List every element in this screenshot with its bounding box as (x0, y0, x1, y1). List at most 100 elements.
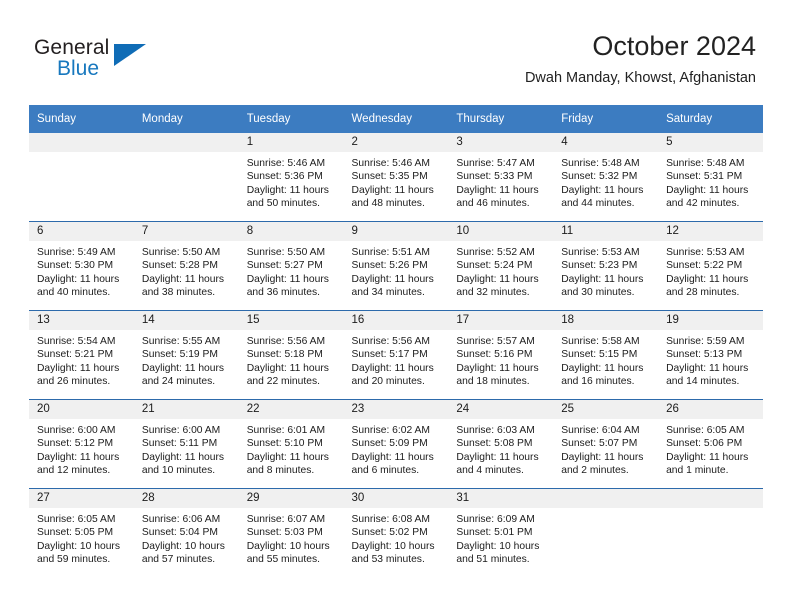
day-detail-daylight1: Daylight: 11 hours (141, 273, 225, 285)
calendar-day-cell[interactable]: 25 Sunrise: 6:04 AM Sunset: 5:07 PM Dayligh… (553, 399, 659, 489)
weekday-header-thursday: Thursday (448, 105, 554, 133)
calendar-day-cell[interactable]: 20 Sunrise: 6:00 AM Sunset: 5:12 PM Dayligh… (29, 399, 134, 489)
calendar-day-cell[interactable]: 19 Sunrise: 5:59 AM Sunset: 5:13 PM Dayligh… (658, 310, 763, 400)
calendar-grid: Sunday Monday Tuesday Wednesday Thursday… (29, 105, 763, 577)
weekday-header-wednesday: Wednesday (343, 105, 449, 133)
day-detail-sunset: Sunset: 5:21 PM (37, 349, 114, 361)
calendar-day-cell[interactable]: 16 Sunrise: 5:56 AM Sunset: 5:17 PM Dayligh… (343, 310, 449, 400)
day-number: 15 (238, 311, 344, 330)
calendar-body: 1 Sunrise: 5:46 AM Sunset: 5:36 PM Daylight… (29, 133, 763, 577)
day-detail-sunrise: Sunrise: 5:53 AM (561, 247, 640, 258)
calendar-day-cell[interactable]: 27 Sunrise: 6:05 AM Sunset: 5:05 PM Dayligh… (29, 488, 134, 577)
day-details: Sunrise: 5:46 AM Sunset: 5:36 PM Daylight:… (239, 152, 344, 211)
calendar-day-cell[interactable]: 12 Sunrise: 5:53 AM Sunset: 5:22 PM Dayligh… (658, 221, 763, 311)
day-detail-daylight2: and 48 minutes. (351, 198, 425, 210)
calendar-day-cell[interactable]: 17 Sunrise: 5:57 AM Sunset: 5:16 PM Dayligh… (448, 310, 554, 400)
day-detail-daylight1: Daylight: 11 hours (141, 362, 225, 374)
calendar-week-row: 1 Sunrise: 5:46 AM Sunset: 5:36 PM Daylight… (29, 133, 763, 222)
day-detail-sunset: Sunset: 5:24 PM (456, 260, 533, 272)
page-header: General Blue October 2024 Dwah Manday, K… (0, 0, 792, 100)
day-number: 13 (29, 311, 134, 330)
day-detail-daylight2: and 59 minutes. (37, 554, 111, 566)
calendar-day-cell[interactable] (658, 488, 763, 577)
day-detail-daylight2: and 2 minutes. (561, 465, 629, 477)
calendar-day-cell[interactable]: 13 Sunrise: 5:54 AM Sunset: 5:21 PM Dayligh… (29, 310, 134, 400)
day-detail-sunset: Sunset: 5:08 PM (456, 438, 533, 450)
calendar-day-cell[interactable]: 2 Sunrise: 5:46 AM Sunset: 5:35 PM Daylight… (343, 133, 449, 222)
calendar-page: General Blue October 2024 Dwah Manday, K… (0, 0, 792, 612)
day-number: 10 (448, 222, 554, 241)
day-number (553, 489, 659, 508)
day-detail-daylight2: and 6 minutes. (351, 465, 420, 477)
day-number: 22 (238, 400, 344, 419)
day-detail-sunset: Sunset: 5:19 PM (141, 349, 218, 361)
calendar-day-cell[interactable]: 9 Sunrise: 5:51 AM Sunset: 5:26 PM Daylight… (343, 221, 449, 311)
day-number: 29 (238, 489, 344, 508)
day-detail-sunrise: Sunrise: 6:02 AM (351, 425, 430, 436)
day-detail-daylight1: Daylight: 10 hours (37, 540, 120, 552)
day-detail-daylight2: and 1 minute. (666, 465, 729, 477)
calendar-day-cell[interactable]: 6 Sunrise: 5:49 AM Sunset: 5:30 PM Daylight… (29, 221, 134, 311)
day-details: Sunrise: 6:05 AM Sunset: 5:06 PM Daylight:… (658, 419, 763, 478)
day-detail-daylight1: Daylight: 11 hours (561, 362, 644, 374)
calendar-day-cell[interactable] (133, 133, 239, 222)
day-number: 24 (448, 400, 554, 419)
day-detail-sunrise: Sunrise: 6:04 AM (561, 425, 640, 436)
day-detail-sunset: Sunset: 5:26 PM (351, 260, 428, 272)
calendar-day-cell[interactable]: 15 Sunrise: 5:56 AM Sunset: 5:18 PM Dayligh… (238, 310, 344, 400)
calendar-day-cell[interactable]: 11 Sunrise: 5:53 AM Sunset: 5:23 PM Dayligh… (553, 221, 659, 311)
calendar-day-cell[interactable]: 14 Sunrise: 5:55 AM Sunset: 5:19 PM Dayligh… (133, 310, 239, 400)
day-detail-daylight1: Daylight: 11 hours (37, 362, 120, 374)
day-number (658, 489, 763, 508)
weekday-header-monday: Monday (133, 105, 239, 133)
page-title: October 2024 (592, 31, 756, 61)
day-detail-sunrise: Sunrise: 5:55 AM (141, 336, 221, 347)
day-detail-daylight1: Daylight: 11 hours (561, 273, 644, 285)
calendar-day-cell[interactable]: 4 Sunrise: 5:48 AM Sunset: 5:32 PM Daylight… (553, 133, 659, 222)
calendar-day-cell[interactable]: 18 Sunrise: 5:58 AM Sunset: 5:15 PM Dayligh… (553, 310, 659, 400)
day-detail-daylight2: and 22 minutes. (246, 376, 320, 388)
calendar-day-cell[interactable] (29, 133, 134, 222)
day-details: Sunrise: 6:05 AM Sunset: 5:05 PM Daylight:… (29, 508, 134, 567)
day-detail-sunset: Sunset: 5:02 PM (351, 527, 428, 539)
day-detail-sunset: Sunset: 5:12 PM (37, 438, 114, 450)
calendar-day-cell[interactable]: 1 Sunrise: 5:46 AM Sunset: 5:36 PM Daylight… (238, 133, 344, 222)
day-detail-daylight1: Daylight: 11 hours (666, 451, 749, 463)
calendar-day-cell[interactable]: 28 Sunrise: 6:06 AM Sunset: 5:04 PM Dayligh… (133, 488, 239, 577)
day-detail-sunset: Sunset: 5:35 PM (351, 171, 428, 183)
calendar-day-cell[interactable]: 8 Sunrise: 5:50 AM Sunset: 5:27 PM Daylight… (238, 221, 344, 311)
calendar-day-cell[interactable]: 22 Sunrise: 6:01 AM Sunset: 5:10 PM Dayligh… (238, 399, 344, 489)
day-detail-daylight1: Daylight: 11 hours (246, 451, 329, 463)
day-detail-daylight1: Daylight: 11 hours (351, 273, 434, 285)
calendar-day-cell[interactable]: 21 Sunrise: 6:00 AM Sunset: 5:11 PM Dayligh… (133, 399, 239, 489)
day-detail-sunset: Sunset: 5:07 PM (561, 438, 638, 450)
day-detail-sunrise: Sunrise: 6:09 AM (456, 514, 535, 525)
calendar-day-cell[interactable]: 5 Sunrise: 5:48 AM Sunset: 5:31 PM Daylight… (658, 133, 763, 222)
calendar-day-cell[interactable]: 7 Sunrise: 5:50 AM Sunset: 5:28 PM Daylight… (133, 221, 239, 311)
calendar-week-row: 27 Sunrise: 6:05 AM Sunset: 5:05 PM Dayligh… (29, 488, 763, 577)
day-detail-daylight2: and 30 minutes. (561, 287, 635, 299)
calendar-day-cell[interactable]: 3 Sunrise: 5:47 AM Sunset: 5:33 PM Daylight… (448, 133, 554, 222)
day-detail-sunset: Sunset: 5:11 PM (141, 438, 218, 450)
calendar-day-cell[interactable]: 10 Sunrise: 5:52 AM Sunset: 5:24 PM Dayligh… (448, 221, 554, 311)
day-detail-daylight1: Daylight: 11 hours (561, 184, 644, 196)
calendar-day-cell[interactable]: 31 Sunrise: 6:09 AM Sunset: 5:01 PM Dayligh… (448, 488, 554, 577)
day-details: Sunrise: 5:53 AM Sunset: 5:22 PM Daylight:… (658, 241, 763, 300)
day-detail-sunrise: Sunrise: 5:54 AM (37, 336, 116, 347)
day-detail-sunrise: Sunrise: 6:07 AM (246, 514, 326, 525)
day-details: Sunrise: 6:00 AM Sunset: 5:11 PM Daylight:… (134, 419, 239, 478)
day-detail-daylight1: Daylight: 10 hours (246, 540, 330, 552)
day-detail-daylight2: and 28 minutes. (666, 287, 740, 299)
calendar-day-cell[interactable]: 26 Sunrise: 6:05 AM Sunset: 5:06 PM Dayligh… (658, 399, 763, 489)
calendar-day-cell[interactable]: 23 Sunrise: 6:02 AM Sunset: 5:09 PM Dayligh… (343, 399, 449, 489)
day-detail-sunrise: Sunrise: 5:52 AM (456, 247, 535, 258)
day-detail-daylight2: and 57 minutes. (141, 554, 216, 566)
calendar-day-cell[interactable]: 24 Sunrise: 6:03 AM Sunset: 5:08 PM Dayligh… (448, 399, 554, 489)
day-detail-sunset: Sunset: 5:04 PM (141, 527, 218, 539)
calendar-day-cell[interactable]: 29 Sunrise: 6:07 AM Sunset: 5:03 PM Dayligh… (238, 488, 344, 577)
day-detail-daylight2: and 16 minutes. (561, 376, 635, 388)
calendar-day-cell[interactable] (553, 488, 659, 577)
calendar-week-row: 20 Sunrise: 6:00 AM Sunset: 5:12 PM Dayligh… (29, 399, 763, 489)
day-detail-daylight1: Daylight: 11 hours (141, 451, 225, 463)
calendar-day-cell[interactable]: 30 Sunrise: 6:08 AM Sunset: 5:02 PM Dayligh… (343, 488, 449, 577)
